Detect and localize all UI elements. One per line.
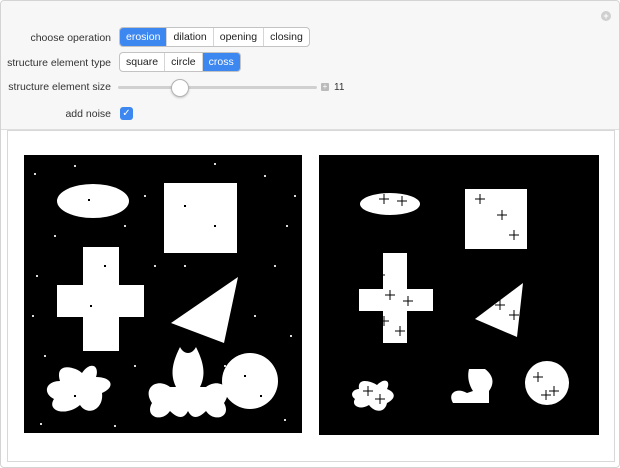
structure-type-cross[interactable]: cross	[202, 53, 240, 71]
size-label: structure element size	[8, 81, 111, 93]
structure-type-selector: square circle cross	[119, 52, 241, 72]
control-panel: + choose operation erosion dilation open…	[1, 1, 619, 130]
structure-type-square[interactable]: square	[120, 53, 166, 71]
size-slider-knob[interactable]	[171, 79, 189, 97]
operation-opening[interactable]: opening	[214, 28, 265, 46]
original-image	[24, 155, 302, 433]
size-slider-track[interactable]	[118, 86, 317, 89]
output-panel	[7, 130, 615, 462]
plus-icon[interactable]: +	[601, 11, 611, 21]
operation-closing[interactable]: closing	[264, 28, 309, 46]
operation-dilation[interactable]: dilation	[167, 28, 214, 46]
operation-erosion[interactable]: erosion	[120, 28, 168, 46]
size-value: 11	[334, 82, 345, 93]
structure-type-circle[interactable]: circle	[165, 53, 203, 71]
check-icon: ✓	[122, 108, 131, 119]
noise-label: add noise	[65, 108, 111, 120]
plus-icon[interactable]: +	[321, 83, 329, 91]
app-frame: + choose operation erosion dilation open…	[0, 0, 620, 468]
structure-type-label: structure element type	[7, 57, 111, 69]
noise-checkbox[interactable]: ✓	[120, 107, 133, 120]
operation-selector: erosion dilation opening closing	[119, 27, 310, 47]
processed-image	[319, 155, 599, 435]
operation-label: choose operation	[30, 32, 111, 44]
